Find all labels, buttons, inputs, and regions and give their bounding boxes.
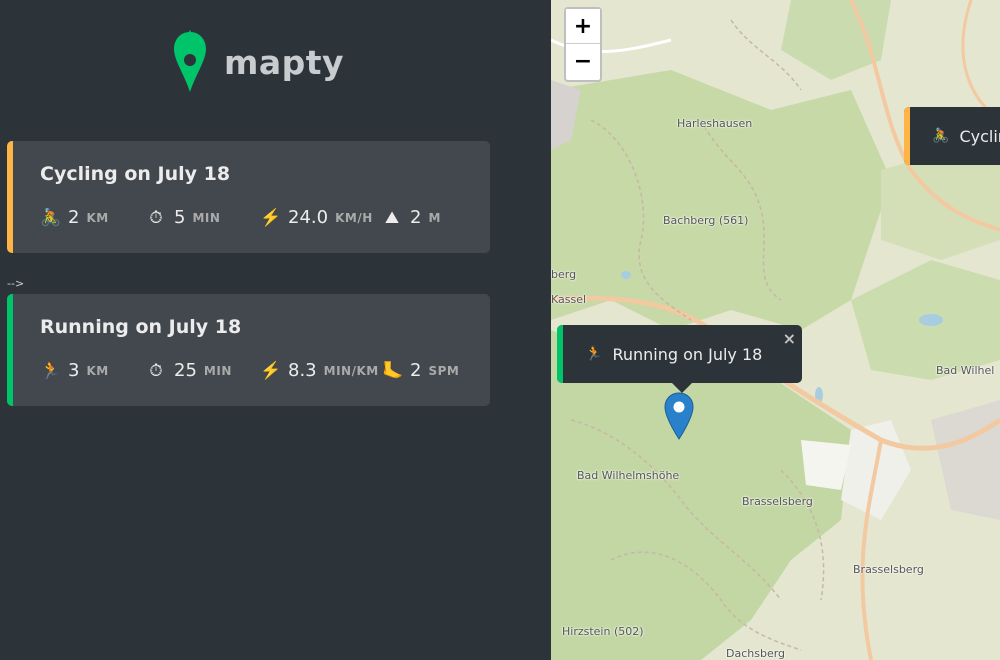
workout-details: 🚴 2 km ⏱ 5 min ⚡️ 24.0 km/h ⛰ 2 m	[40, 207, 441, 228]
logo: mapty	[172, 30, 344, 94]
detail-value: 2	[68, 207, 80, 228]
detail-value: 2	[410, 360, 422, 381]
detail-value: 25	[174, 360, 197, 381]
map-pin-logo-icon	[174, 30, 206, 92]
mountain-icon: ⛰	[384, 207, 400, 228]
map-label-hirzstein: Hirzstein (502)	[562, 625, 644, 638]
detail-value: 5	[174, 207, 186, 228]
cyclist-icon: 🚴	[40, 207, 62, 228]
zoom-control: + −	[564, 7, 602, 82]
map-label-bachberg: Bachberg (561)	[663, 214, 749, 227]
sidebar: mapty Cycling on July 18 🚴 2 km ⏱ 5 min …	[0, 0, 551, 660]
detail-unit: min/km	[323, 363, 379, 378]
map-popup-cycling[interactable]: 🚴 Cyclin	[904, 107, 1000, 165]
popup-close-button[interactable]: ×	[783, 329, 796, 348]
workout-pace: ⚡️ 8.3 min/km	[260, 360, 382, 381]
stray-text: -->	[7, 277, 25, 290]
cyclist-icon: 🚴	[932, 128, 950, 144]
detail-value: 8.3	[288, 360, 317, 381]
detail-unit: km	[86, 210, 109, 225]
detail-unit: min	[192, 210, 221, 225]
map-label-berg: berg	[551, 268, 577, 281]
detail-unit: m	[428, 210, 441, 225]
detail-value: 24.0	[288, 207, 329, 228]
detail-value: 3	[68, 360, 80, 381]
detail-unit: spm	[428, 363, 460, 378]
map-label-dachsberg: Dachsberg	[726, 647, 786, 660]
map[interactable]: Harleshausen Bachberg (561) berg Kassel …	[551, 0, 1000, 660]
workout-title: Cycling on July 18	[40, 163, 231, 185]
stopwatch-icon: ⏱	[149, 360, 163, 381]
workout-title: Running on July 18	[40, 316, 242, 338]
map-label-brasselsberg: Brasselsberg	[742, 495, 813, 508]
workout-details: 🏃 3 km ⏱ 25 min ⚡️ 8.3 min/km 🦶 2 spm	[40, 360, 459, 381]
workout-cadence: 🦶 2 spm	[382, 360, 459, 381]
zoom-out-button[interactable]: −	[566, 44, 600, 79]
stopwatch-icon: ⏱	[149, 207, 163, 228]
map-label-bad-wilhel: Bad Wilhel	[936, 364, 995, 377]
popup-text: Running on July 18	[612, 344, 763, 364]
runner-icon: 🏃	[40, 360, 62, 381]
map-label-kassel: Kassel	[551, 293, 587, 306]
detail-unit: km	[86, 363, 109, 378]
map-label-brasselsberg-2: Brasselsberg	[853, 563, 924, 576]
workout-duration: ⏱ 5 min	[146, 207, 260, 228]
workout-distance: 🚴 2 km	[40, 207, 146, 228]
foot-icon: 🦶	[382, 360, 404, 381]
runner-icon: 🏃	[585, 346, 603, 362]
lightning-icon: ⚡️	[260, 207, 282, 228]
map-label-harleshausen: Harleshausen	[677, 117, 753, 130]
workout-elevation: ⛰ 2 m	[382, 207, 441, 228]
workout-type-bar	[7, 294, 13, 406]
map-marker-icon[interactable]	[664, 392, 694, 440]
workout-speed: ⚡️ 24.0 km/h	[260, 207, 382, 228]
workout-card-cycling[interactable]: Cycling on July 18 🚴 2 km ⏱ 5 min ⚡️ 24.…	[7, 141, 490, 253]
workout-card-running[interactable]: Running on July 18 🏃 3 km ⏱ 25 min ⚡️ 8.…	[7, 294, 490, 406]
popup-type-bar	[557, 325, 563, 383]
lightning-icon: ⚡️	[260, 360, 282, 381]
map-popup-running[interactable]: 🏃 Running on July 18 ×	[557, 325, 802, 393]
detail-unit: km/h	[335, 210, 373, 225]
workout-distance: 🏃 3 km	[40, 360, 146, 381]
popup-type-bar	[904, 107, 910, 165]
workout-type-bar	[7, 141, 13, 253]
detail-value: 2	[410, 207, 422, 228]
logo-text: mapty	[224, 42, 345, 82]
zoom-in-button[interactable]: +	[566, 9, 600, 44]
detail-unit: min	[203, 363, 232, 378]
workout-duration: ⏱ 25 min	[146, 360, 260, 381]
map-label-bad-wilhelmshoehe: Bad Wilhelmshöhe	[577, 469, 680, 482]
popup-text: Cyclin	[959, 126, 1000, 146]
